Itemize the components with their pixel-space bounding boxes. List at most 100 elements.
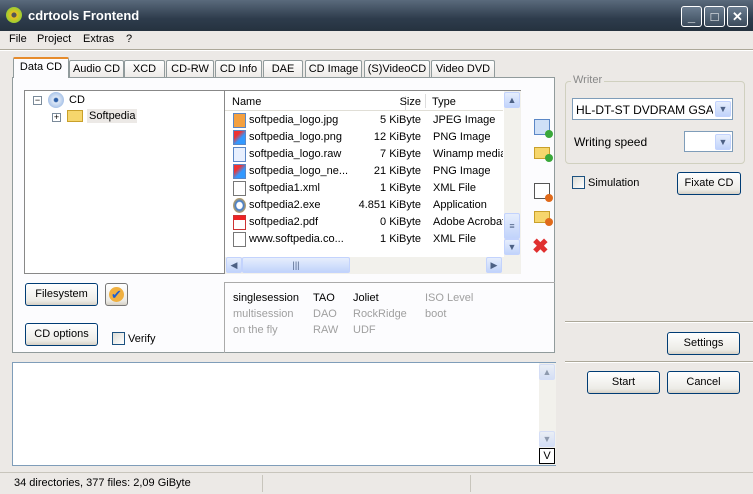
directory-tree[interactable]: − CD + Softpedia: [24, 90, 225, 274]
scroll-thumb[interactable]: ≡: [504, 213, 520, 239]
file-size: 5 KiByte: [380, 114, 421, 126]
log-scrollbar[interactable]: ▲ ▼ V: [539, 363, 556, 465]
tree-root[interactable]: CD: [69, 94, 85, 106]
file-size: 7 KiByte: [380, 148, 421, 160]
file-name: softpedia1.xml: [249, 182, 320, 194]
horizontal-scrollbar[interactable]: ◀ ||| ▶: [225, 257, 521, 274]
delete-icon[interactable]: ✖: [532, 234, 549, 259]
hscroll-thumb[interactable]: |||: [242, 257, 350, 273]
scroll-left-icon[interactable]: ◀: [226, 257, 242, 273]
column-type[interactable]: Type: [432, 96, 456, 108]
file-size: 4.851 KiByte: [358, 199, 421, 211]
tab-xcd[interactable]: XCD: [124, 60, 165, 78]
list-header: Name Size Type: [225, 91, 503, 111]
file-type: PNG Image: [433, 165, 491, 177]
settings-button[interactable]: Settings: [667, 332, 740, 355]
png-icon: [233, 130, 246, 145]
check-icon: ✔: [109, 287, 124, 302]
file-type: JPEG Image: [433, 114, 496, 126]
file-list[interactable]: Name Size Type softpedia_logo.jpg 5 KiBy…: [224, 90, 521, 274]
column-name[interactable]: Name: [232, 96, 261, 108]
column-size[interactable]: Size: [400, 96, 421, 108]
tab-dae[interactable]: DAE: [263, 60, 303, 78]
file-size: 1 KiByte: [380, 182, 421, 194]
file-row[interactable]: www.softpedia.co... 1 KiByte XML File: [225, 231, 503, 248]
writer-select[interactable]: HL-DT-ST DVDRAM GSA-41 ▼: [572, 98, 733, 120]
option-rockridge: RockRidge: [353, 308, 407, 320]
verify-checkbox[interactable]: [112, 332, 125, 345]
file-row[interactable]: softpedia_logo.png 12 KiByte PNG Image: [225, 129, 503, 146]
file-size: 1 KiByte: [380, 233, 421, 245]
file-row[interactable]: softpedia2.pdf 0 KiByte Adobe Acrobat: [225, 214, 503, 231]
expand-icon[interactable]: +: [52, 113, 61, 122]
tab-cd-image[interactable]: CD Image: [305, 60, 362, 78]
log-scroll-down-icon[interactable]: ▼: [539, 431, 555, 447]
tab-video-dvd[interactable]: Video DVD: [431, 60, 495, 78]
file-row[interactable]: softpedia_logo.raw 7 KiByte Winamp media: [225, 146, 503, 163]
status-text: 34 directories, 377 files: 2,09 GiByte: [14, 477, 191, 489]
vertical-scrollbar[interactable]: ▲ ≡ ▼: [504, 91, 521, 257]
add-folder-icon[interactable]: [534, 147, 553, 162]
filesystem-button[interactable]: Filesystem: [25, 283, 98, 306]
file-row[interactable]: softpedia2.exe 4.851 KiByte Application: [225, 197, 503, 214]
folder-icon: [67, 110, 83, 122]
file-type: Application: [433, 199, 487, 211]
tab-svideocd[interactable]: (S)VideoCD: [364, 60, 430, 78]
chevron-down-icon[interactable]: ▼: [715, 134, 731, 150]
log-output[interactable]: ▲ ▼ V: [12, 362, 556, 466]
add-file-icon[interactable]: [534, 119, 553, 138]
file-type: XML File: [433, 182, 476, 194]
option-boot: boot: [425, 308, 447, 320]
file-size: 12 KiByte: [373, 131, 421, 143]
file-row[interactable]: softpedia_logo_ne... 21 KiByte PNG Image: [225, 163, 503, 180]
menu-bar: File Project Extras ?: [0, 31, 753, 48]
maximize-button[interactable]: □: [704, 6, 725, 27]
close-button[interactable]: ✕: [727, 6, 748, 27]
file-size: 21 KiByte: [373, 165, 421, 177]
option-joliet: Joliet: [353, 292, 379, 304]
remove-folder-icon[interactable]: [534, 211, 553, 226]
remove-file-icon[interactable]: [534, 183, 553, 202]
menu-project[interactable]: Project: [37, 33, 71, 45]
check-button[interactable]: ✔: [105, 283, 128, 306]
minimize-button[interactable]: _: [681, 6, 702, 27]
tab-audio-cd[interactable]: Audio CD: [69, 60, 124, 78]
divider: [565, 321, 753, 323]
start-button[interactable]: Start: [587, 371, 660, 394]
menu-extras[interactable]: Extras: [83, 33, 114, 45]
log-v-button[interactable]: V: [539, 448, 555, 464]
pdf-icon: [233, 215, 246, 230]
writing-speed-select[interactable]: ▼: [684, 131, 733, 152]
fixate-cd-button[interactable]: Fixate CD: [677, 172, 741, 195]
tab-cd-rw[interactable]: CD-RW: [166, 60, 214, 78]
cd-options-button[interactable]: CD options: [25, 323, 98, 346]
file-name: www.softpedia.co...: [249, 233, 344, 245]
divider: [0, 49, 753, 51]
file-type: XML File: [433, 233, 476, 245]
file-type: Adobe Acrobat: [433, 216, 503, 228]
divider: [565, 361, 753, 363]
scroll-down-icon[interactable]: ▼: [504, 239, 520, 255]
verify-label: Verify: [128, 333, 156, 345]
tab-data-cd[interactable]: Data CD: [13, 57, 69, 78]
menu-help[interactable]: ?: [126, 33, 132, 45]
cancel-button[interactable]: Cancel: [667, 371, 740, 394]
scroll-right-icon[interactable]: ▶: [486, 257, 502, 273]
tree-child[interactable]: Softpedia: [87, 109, 138, 123]
cd-icon: [48, 92, 64, 108]
option-on-the-fly: on the fly: [233, 324, 278, 336]
option-dao: DAO: [313, 308, 337, 320]
png-icon: [233, 164, 246, 179]
file-size: 0 KiByte: [380, 216, 421, 228]
log-scroll-up-icon[interactable]: ▲: [539, 364, 555, 380]
menu-file[interactable]: File: [9, 33, 27, 45]
chevron-down-icon[interactable]: ▼: [715, 101, 731, 117]
tab-cd-info[interactable]: CD Info: [215, 60, 262, 78]
title-bar: cdrtools Frontend _ □ ✕: [0, 0, 753, 31]
file-row[interactable]: softpedia1.xml 1 KiByte XML File: [225, 180, 503, 197]
simulation-checkbox[interactable]: [572, 176, 585, 189]
scroll-up-icon[interactable]: ▲: [504, 92, 520, 108]
file-row[interactable]: softpedia_logo.jpg 5 KiByte JPEG Image: [225, 112, 503, 129]
collapse-icon[interactable]: −: [33, 96, 42, 105]
option-raw: RAW: [313, 324, 339, 336]
